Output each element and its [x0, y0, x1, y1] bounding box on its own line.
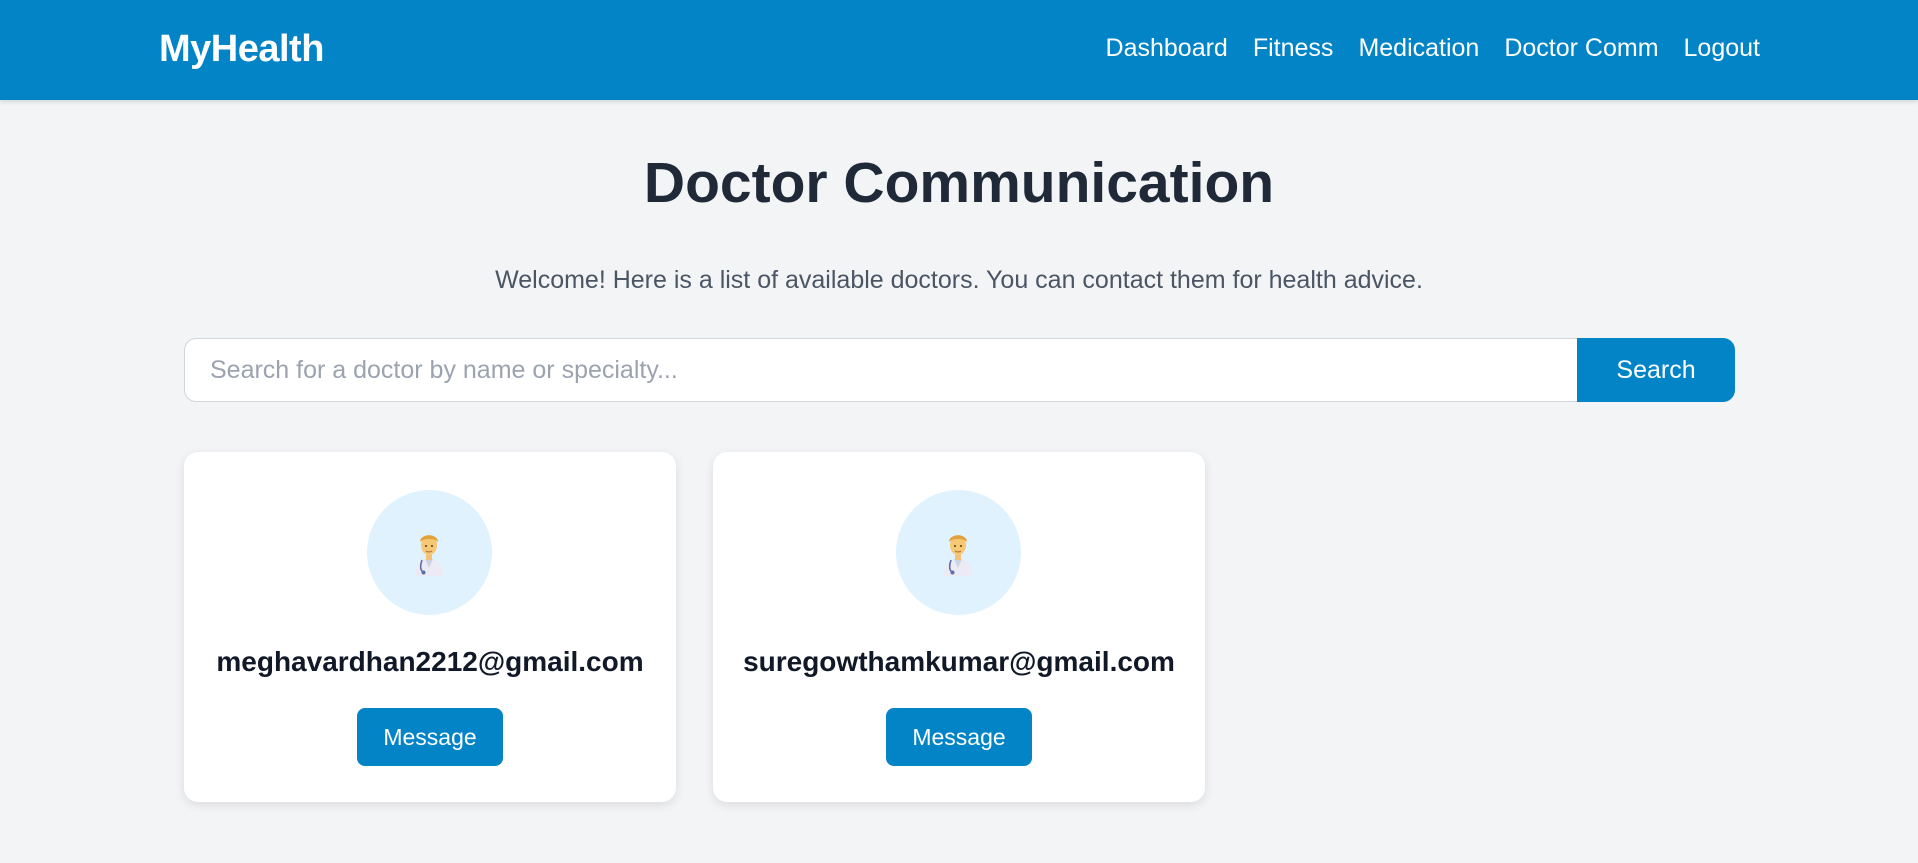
welcome-text: Welcome! Here is a list of available doc…: [495, 266, 1423, 294]
nav-link-fitness[interactable]: Fitness: [1253, 34, 1334, 63]
nav-link-dashboard[interactable]: Dashboard: [1106, 34, 1228, 63]
nav-link-logout[interactable]: Logout: [1684, 34, 1760, 63]
page-title: Doctor Communication: [643, 151, 1275, 215]
doctor-email: meghavardhan2212@gmail.com: [216, 646, 644, 677]
message-button[interactable]: Message: [357, 708, 503, 766]
doctor-card: meghavardhan2212@gmail.com Message: [184, 452, 676, 802]
doctor-search-bar: Search: [184, 338, 1735, 402]
doctor-email: suregowthamkumar@gmail.com: [743, 646, 1175, 677]
message-button[interactable]: Message: [886, 708, 1032, 766]
brand-logo[interactable]: MyHealth: [159, 28, 324, 71]
doctor-avatar: [896, 490, 1021, 615]
nav-links: Dashboard Fitness Medication Doctor Comm…: [1106, 34, 1760, 63]
doctor-card: suregowthamkumar@gmail.com Message: [713, 452, 1205, 802]
doctor-search-input[interactable]: [184, 338, 1577, 402]
doctor-icon: [415, 535, 443, 576]
search-button[interactable]: Search: [1577, 338, 1735, 402]
doctor-icon: [944, 535, 972, 576]
top-navbar: MyHealth Dashboard Fitness Medication Do…: [0, 0, 1918, 100]
doctor-avatar: [367, 490, 492, 615]
nav-link-doctor-comm[interactable]: Doctor Comm: [1504, 34, 1658, 63]
nav-link-medication[interactable]: Medication: [1358, 34, 1479, 63]
